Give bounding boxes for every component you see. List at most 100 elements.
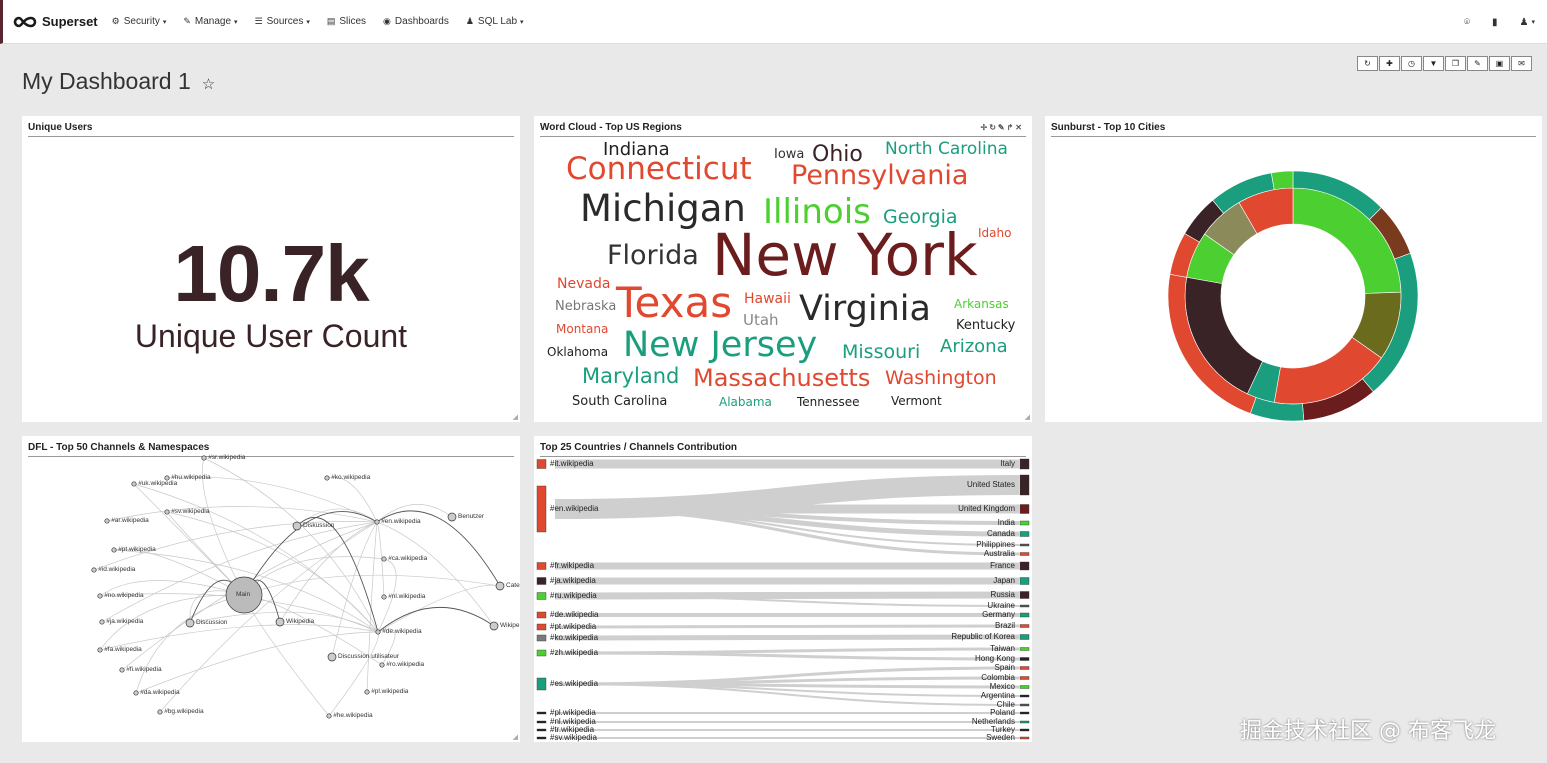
sankey-link[interactable]: [554, 651, 1020, 661]
sankey-target-node[interactable]: [1019, 720, 1030, 724]
github-icon[interactable]: ⌾: [1464, 17, 1470, 28]
graph-node[interactable]: [275, 617, 285, 627]
sankey-source-node[interactable]: [536, 592, 547, 600]
sankey-target-node[interactable]: [1019, 685, 1030, 689]
graph-node[interactable]: [99, 619, 105, 625]
share-icon[interactable]: ↱: [1007, 123, 1016, 132]
sankey-target-node[interactable]: [1019, 711, 1030, 715]
sankey-target-node[interactable]: [1019, 694, 1030, 698]
sankey-target-node[interactable]: [1019, 561, 1030, 571]
graph-node[interactable]: [201, 455, 207, 461]
save-button[interactable]: ▣: [1489, 56, 1510, 71]
graph-node[interactable]: [131, 481, 137, 487]
sankey-source-node[interactable]: [536, 485, 547, 533]
sankey-target-node[interactable]: [1019, 577, 1030, 585]
graph-node[interactable]: [185, 618, 195, 628]
nav-manage[interactable]: ✎ Manage ▾: [183, 16, 237, 27]
book-icon[interactable]: ▮: [1492, 17, 1498, 28]
graph-node[interactable]: [97, 593, 103, 599]
sankey-target-node[interactable]: [1019, 531, 1030, 537]
resize-handle-icon[interactable]: ◢: [513, 413, 518, 421]
graph-node[interactable]: [97, 647, 103, 653]
sankey-source-node[interactable]: [536, 577, 547, 585]
graph-node[interactable]: [489, 621, 499, 631]
sankey-link[interactable]: [554, 634, 1020, 641]
sankey-target-node[interactable]: [1019, 657, 1030, 661]
nav-dashboards[interactable]: ◉ Dashboards: [383, 16, 449, 27]
sankey-source-node[interactable]: [536, 677, 547, 691]
nav-security[interactable]: ⚙ Security ▾: [112, 16, 167, 27]
graph-node[interactable]: [375, 629, 381, 635]
cogs-icon: ⚙: [111, 16, 120, 26]
refresh-icon[interactable]: ↻: [989, 123, 998, 132]
sankey-target-node[interactable]: [1019, 736, 1030, 740]
sankey-target-node[interactable]: [1019, 604, 1030, 608]
sunburst-arc[interactable]: [1292, 187, 1402, 294]
edit-button[interactable]: ✎: [1467, 56, 1488, 71]
sunburst-arc[interactable]: [1184, 276, 1263, 395]
sankey-target-node[interactable]: [1019, 634, 1030, 640]
sankey-source-node[interactable]: [536, 736, 547, 740]
sankey-target-node[interactable]: [1019, 728, 1030, 732]
sankey-target-node[interactable]: [1019, 474, 1030, 496]
sankey-source-node[interactable]: [536, 634, 547, 642]
nav-sqllab[interactable]: ♟ SQL Lab ▾: [466, 16, 524, 27]
graph-node[interactable]: [111, 547, 117, 553]
graph-node[interactable]: [364, 689, 370, 695]
sankey-target-node[interactable]: [1019, 647, 1030, 651]
sankey-target-node[interactable]: [1019, 666, 1030, 670]
sankey-source-node[interactable]: [536, 711, 547, 715]
brand[interactable]: Superset: [13, 14, 98, 29]
nav-sources[interactable]: ☰ Sources ▾: [255, 16, 310, 27]
sankey-target-node[interactable]: [1019, 676, 1030, 680]
history-button[interactable]: ◷: [1401, 56, 1422, 71]
add-slice-button[interactable]: ✚: [1379, 56, 1400, 71]
sankey-source-node[interactable]: [536, 720, 547, 724]
sunburst-arc[interactable]: [1270, 170, 1294, 190]
resize-handle-icon[interactable]: ◢: [1025, 413, 1030, 421]
graph-node[interactable]: [374, 519, 380, 525]
graph-node[interactable]: [104, 518, 110, 524]
graph-node[interactable]: [447, 512, 457, 522]
sankey-target-node[interactable]: [1019, 504, 1030, 514]
close-icon[interactable]: ✕: [1015, 123, 1024, 132]
sankey-link[interactable]: [554, 624, 1020, 629]
graph-node[interactable]: [91, 567, 97, 573]
user-icon[interactable]: ♟ ▾: [1520, 17, 1535, 28]
email-button[interactable]: ✉: [1511, 56, 1532, 71]
graph-node[interactable]: [164, 509, 170, 515]
edit-icon[interactable]: ✎: [998, 123, 1007, 132]
sankey-source-node[interactable]: [536, 649, 547, 657]
sankey-source-node[interactable]: [536, 728, 547, 732]
sankey-source-node[interactable]: [536, 459, 547, 469]
sankey-target-node[interactable]: [1019, 520, 1030, 526]
sankey-source-node[interactable]: [536, 611, 547, 619]
sankey-target-node[interactable]: [1019, 552, 1030, 556]
sankey-target-node[interactable]: [1019, 591, 1030, 599]
nav-slices[interactable]: ▤ Slices: [327, 16, 366, 27]
graph-node[interactable]: [119, 667, 125, 673]
sankey-target-node[interactable]: [1019, 543, 1030, 547]
css-button[interactable]: ❐: [1445, 56, 1466, 71]
graph-node[interactable]: [292, 521, 302, 531]
sankey-target-node[interactable]: [1019, 624, 1030, 628]
graph-node[interactable]: [495, 581, 505, 591]
graph-node[interactable]: [326, 713, 332, 719]
sankey-target-node[interactable]: [1019, 612, 1030, 618]
graph-node[interactable]: [157, 709, 163, 715]
resize-handle-icon[interactable]: ◢: [513, 733, 518, 741]
favorite-star-icon[interactable]: ☆: [202, 75, 215, 93]
sankey-source-node[interactable]: [536, 562, 547, 570]
move-icon[interactable]: ✢: [980, 123, 989, 132]
graph-node[interactable]: [133, 690, 139, 696]
graph-node[interactable]: [381, 594, 387, 600]
graph-node[interactable]: [327, 652, 337, 662]
graph-node[interactable]: [324, 475, 330, 481]
graph-node[interactable]: [379, 662, 385, 668]
graph-node[interactable]: [381, 556, 387, 562]
refresh-button[interactable]: ↻: [1357, 56, 1378, 71]
sankey-target-node[interactable]: [1019, 703, 1030, 707]
sankey-target-node[interactable]: [1019, 458, 1030, 470]
filter-button[interactable]: ▼: [1423, 56, 1444, 71]
sankey-source-node[interactable]: [536, 623, 547, 631]
